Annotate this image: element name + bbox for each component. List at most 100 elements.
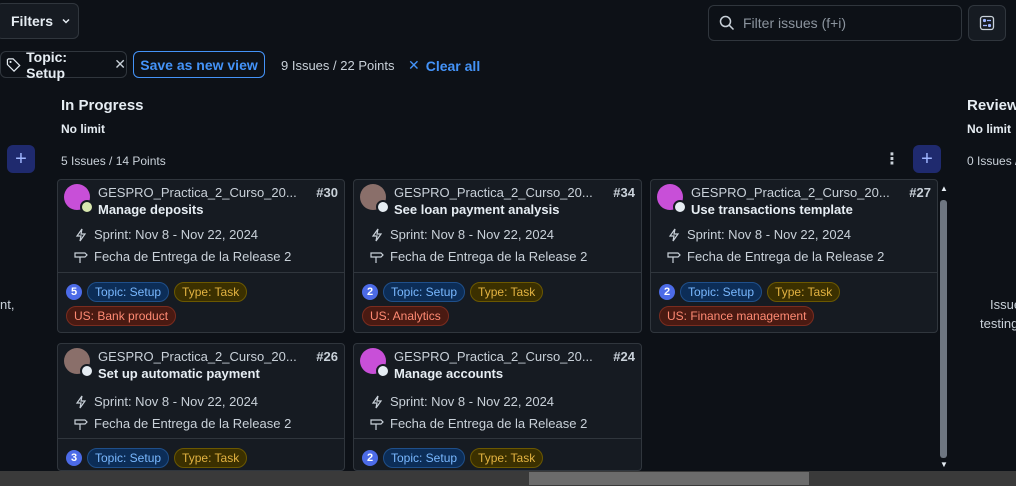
lightning-icon (371, 228, 383, 241)
milestone-text: Fecha de Entrega de la Release 2 (390, 416, 588, 431)
card-number[interactable]: #34 (613, 185, 635, 200)
card-sprint: Sprint: Nov 8 - Nov 22, 2024 (370, 394, 554, 409)
issue-card[interactable]: GESPRO_Practica_2_Curso_20... #27 Use tr… (650, 179, 938, 333)
card-repo: GESPRO_Practica_2_Curso_20... (98, 349, 297, 364)
lightning-icon (75, 395, 87, 408)
milestone-text: Fecha de Entrega de la Release 2 (687, 249, 885, 264)
label-topic[interactable]: Topic: Setup (87, 448, 170, 468)
scrollbar-thumb[interactable] (940, 200, 947, 458)
label-user-story[interactable]: US: Bank product (66, 306, 177, 326)
milestone-text: Fecha de Entrega de la Release 2 (94, 416, 292, 431)
card-divider (58, 438, 344, 439)
label-type[interactable]: Type: Task (470, 282, 544, 302)
card-divider (354, 272, 641, 273)
milestone-text: Fecha de Entrega de la Release 2 (390, 249, 588, 264)
column-limit: No limit (61, 122, 105, 136)
add-item-button[interactable]: + (913, 145, 941, 173)
card-milestone: Fecha de Entrega de la Release 2 (370, 416, 587, 431)
issue-card[interactable]: GESPRO_Practica_2_Curso_20... #24 Manage… (353, 343, 642, 471)
card-title[interactable]: Manage deposits (98, 202, 203, 217)
card-labels: 2 Topic: Setup Type: Task (362, 282, 544, 302)
horizontal-scrollbar-thumb[interactable] (529, 472, 809, 485)
label-type[interactable]: Type: Task (174, 282, 248, 302)
card-title[interactable]: Set up automatic payment (98, 366, 260, 381)
issue-count: 9 Issues / 22 Points (281, 58, 395, 73)
label-topic[interactable]: Topic: Setup (383, 282, 466, 302)
card-number[interactable]: #26 (316, 349, 338, 364)
points-badge: 2 (362, 450, 378, 466)
search-icon (719, 15, 735, 31)
sprint-text: Sprint: Nov 8 - Nov 22, 2024 (390, 394, 555, 409)
card-sprint: Sprint: Nov 8 - Nov 22, 2024 (370, 227, 554, 242)
card-title[interactable]: Use transactions template (691, 202, 853, 217)
label-type[interactable]: Type: Task (174, 448, 248, 468)
label-type[interactable]: Type: Task (767, 282, 841, 302)
label-user-story[interactable]: US: Finance management (659, 306, 815, 326)
filter-chip-topic[interactable]: Topic: Setup ✕ (0, 49, 127, 81)
github-icon (673, 200, 687, 214)
scroll-up-icon[interactable]: ▲ (940, 184, 948, 194)
card-number[interactable]: #27 (909, 185, 931, 200)
card-labels: 2 Topic: Setup Type: Task (659, 282, 841, 302)
review-empty-text: testing (980, 316, 1016, 331)
card-labels: 2 Topic: Setup Type: Task (362, 448, 544, 468)
column-count: 0 Issues / (967, 154, 1016, 168)
close-icon[interactable]: ✕ (114, 56, 126, 73)
card-number[interactable]: #30 (316, 185, 338, 200)
card-number[interactable]: #24 (613, 349, 635, 364)
search-input[interactable]: Filter issues (f+i) (708, 5, 962, 41)
label-topic[interactable]: Topic: Setup (680, 282, 763, 302)
card-labels: US: Finance management (659, 306, 815, 326)
github-icon (80, 364, 94, 378)
card-repo: GESPRO_Practica_2_Curso_20... (394, 185, 593, 200)
sprint-text: Sprint: Nov 8 - Nov 22, 2024 (390, 227, 555, 242)
milestone-icon (74, 418, 88, 430)
chevron-down-icon (62, 18, 70, 24)
github-icon (376, 200, 390, 214)
card-title[interactable]: Manage accounts (394, 366, 503, 381)
sprint-text: Sprint: Nov 8 - Nov 22, 2024 (94, 394, 259, 409)
card-repo: GESPRO_Practica_2_Curso_20... (394, 349, 593, 364)
card-sprint: Sprint: Nov 8 - Nov 22, 2024 (74, 227, 258, 242)
card-divider (651, 272, 937, 273)
card-labels: 3 Topic: Setup Type: Task (66, 448, 248, 468)
save-view-button[interactable]: Save as new view (133, 51, 265, 78)
filters-button[interactable]: Filters (0, 3, 79, 39)
issue-card[interactable]: GESPRO_Practica_2_Curso_20... #34 See lo… (353, 179, 642, 333)
close-icon: ✕ (408, 57, 420, 73)
lightning-icon (371, 395, 383, 408)
issue-card[interactable]: GESPRO_Practica_2_Curso_20... #30 Manage… (57, 179, 345, 333)
view-options-button[interactable] (968, 5, 1006, 41)
label-user-story[interactable]: US: Analytics (362, 306, 449, 326)
card-repo: GESPRO_Practica_2_Curso_20... (691, 185, 890, 200)
clear-all-button[interactable]: ✕ Clear all (408, 57, 480, 74)
column-title-review: Review (967, 97, 1016, 114)
label-type[interactable]: Type: Task (470, 448, 544, 468)
horizontal-scrollbar[interactable] (0, 471, 1016, 486)
card-labels: US: Analytics (362, 306, 449, 326)
scroll-down-icon[interactable]: ▼ (940, 460, 948, 470)
card-milestone: Fecha de Entrega de la Release 2 (667, 249, 884, 264)
filters-label: Filters (11, 13, 54, 29)
column-limit: No limit (967, 122, 1011, 136)
sprint-text: Sprint: Nov 8 - Nov 22, 2024 (94, 227, 259, 242)
card-sprint: Sprint: Nov 8 - Nov 22, 2024 (667, 227, 851, 242)
milestone-icon (74, 251, 88, 263)
card-milestone: Fecha de Entrega de la Release 2 (370, 249, 587, 264)
points-badge: 5 (66, 284, 82, 300)
milestone-icon (667, 251, 681, 263)
column-count: 5 Issues / 14 Points (61, 154, 166, 168)
label-topic[interactable]: Topic: Setup (383, 448, 466, 468)
search-placeholder: Filter issues (f+i) (743, 15, 847, 31)
card-title[interactable]: See loan payment analysis (394, 202, 559, 217)
issue-card[interactable]: GESPRO_Practica_2_Curso_20... #26 Set up… (57, 343, 345, 471)
card-divider (58, 272, 344, 273)
column-menu-icon[interactable]: ⋮ (884, 149, 900, 171)
card-repo: GESPRO_Practica_2_Curso_20... (98, 185, 297, 200)
label-topic[interactable]: Topic: Setup (87, 282, 170, 302)
milestone-icon (370, 251, 384, 263)
add-item-button-left[interactable]: + (7, 145, 35, 173)
card-divider (354, 438, 641, 439)
points-badge: 2 (659, 284, 675, 300)
github-icon (376, 364, 390, 378)
